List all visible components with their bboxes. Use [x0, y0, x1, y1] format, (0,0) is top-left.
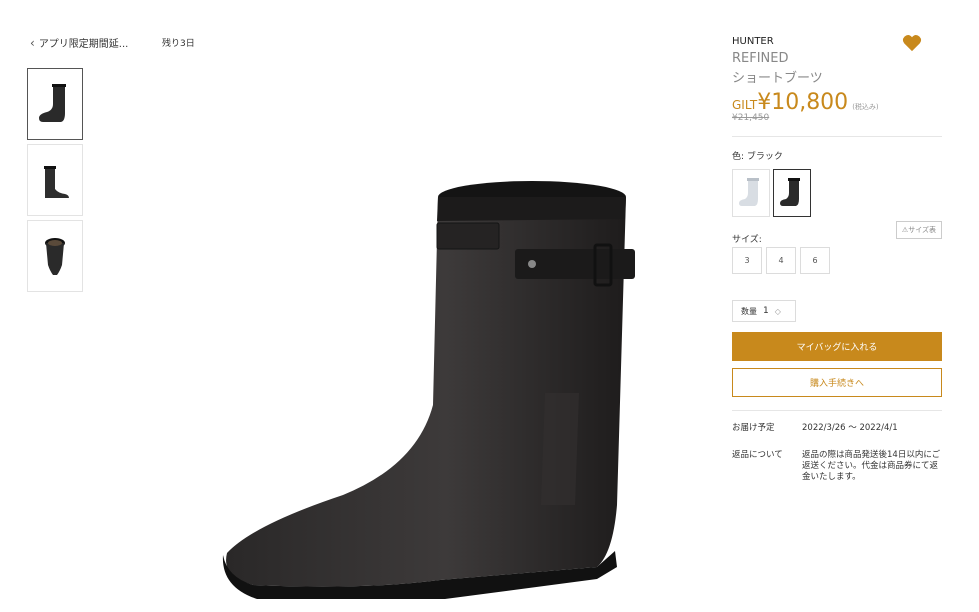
- delivery-key: お届け予定: [732, 423, 775, 433]
- heart-icon[interactable]: [902, 34, 922, 52]
- delivery-row: お届け予定 2022/3/26 〜 2022/4/1: [732, 423, 942, 434]
- boot-image: [222, 181, 635, 599]
- returns-row: 返品について 返品の際は商品発送後14日以内にご返送ください。代金は商品券にて返…: [732, 450, 942, 483]
- quantity-selector[interactable]: 数量 1 ◇: [732, 300, 796, 322]
- checkout-button[interactable]: 購入手続きへ: [732, 368, 942, 397]
- size-option[interactable]: 3: [732, 247, 762, 274]
- quantity-label: 数量: [741, 306, 757, 316]
- price-row: GILT ¥10,800 (税込み): [732, 90, 942, 115]
- remaining-days: 残り3日: [162, 39, 195, 49]
- size-option[interactable]: 6: [800, 247, 830, 274]
- boot-side-icon: [39, 84, 66, 122]
- boot-angle-icon: [44, 166, 69, 198]
- product-name-line1: REFINED: [732, 51, 789, 66]
- chevron-left-icon: ‹: [30, 35, 35, 50]
- size-chart-button[interactable]: ⚠サイズ表: [895, 221, 942, 239]
- thumbnail-front-view[interactable]: [27, 220, 83, 292]
- size-options: 3 4 6: [732, 247, 942, 274]
- thumbnail-list: [27, 68, 83, 296]
- boot-white-icon: [739, 178, 759, 206]
- thumbnail-side-view[interactable]: [27, 68, 83, 140]
- boot-black-icon: [780, 178, 800, 206]
- quantity-value: 1: [763, 306, 769, 316]
- add-to-bag-button[interactable]: マイバッグに入れる: [732, 332, 942, 361]
- size-row: サイズ: ⚠サイズ表: [732, 221, 942, 245]
- spinner-icon: ◇: [774, 306, 781, 316]
- thumbnail-angle-view[interactable]: [27, 144, 83, 216]
- returns-key: 返品について: [732, 450, 783, 461]
- boot-front-icon: [45, 238, 65, 275]
- color-swatches: [732, 169, 942, 217]
- size-label: サイズ:: [732, 235, 762, 245]
- back-link-label: アプリ限定期間延...: [38, 39, 129, 50]
- product-info-panel: HUNTER REFINED ショートブーツ GILT ¥10,800 (税込み…: [732, 34, 942, 483]
- returns-value: 返品の際は商品発送後14日以内にご返送ください。代金は商品券にて返金いたします。: [802, 450, 941, 483]
- divider: [732, 136, 942, 137]
- divider: [732, 410, 942, 411]
- color-label: 色: ブラック: [732, 152, 783, 162]
- sale-price: ¥10,800: [757, 90, 849, 115]
- main-product-image: [205, 175, 655, 612]
- product-name-line2: ショートブーツ: [732, 71, 823, 86]
- price-prefix: GILT: [732, 98, 758, 112]
- size-option[interactable]: 4: [766, 247, 796, 274]
- swatch-white[interactable]: [732, 169, 770, 217]
- swatch-black[interactable]: [773, 169, 811, 217]
- tax-note: (税込み): [852, 103, 879, 111]
- delivery-value: 2022/3/26 〜 2022/4/1: [802, 423, 898, 433]
- back-link[interactable]: ‹ アプリ限定期間延...: [30, 35, 129, 51]
